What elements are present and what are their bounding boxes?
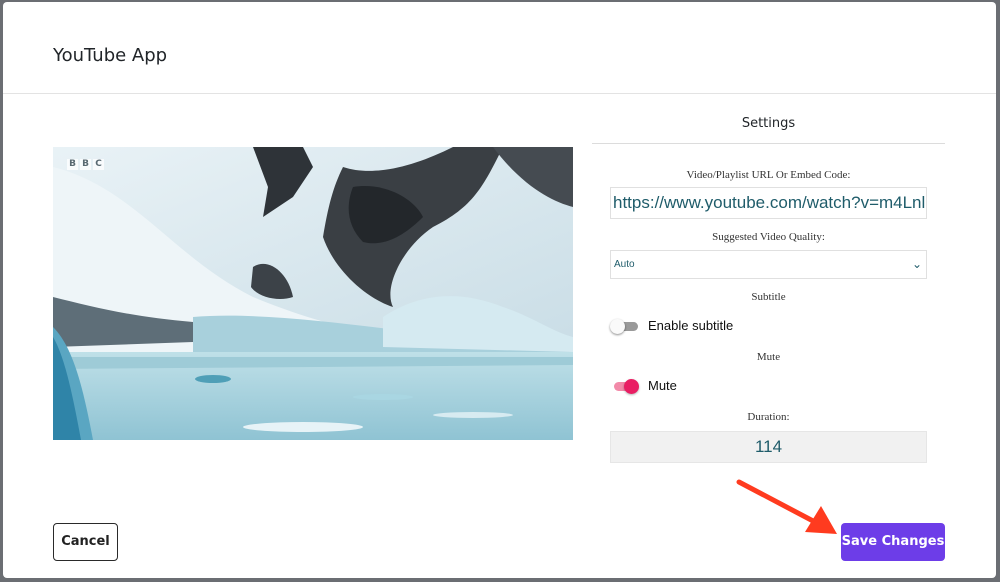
annotation-arrow-icon — [736, 479, 837, 534]
subtitle-section-label: Subtitle — [751, 291, 786, 303]
quality-select[interactable]: Auto ⌄ — [610, 250, 927, 279]
subtitle-toggle-label: Enable subtitle — [648, 318, 734, 333]
subtitle-toggle[interactable] — [610, 318, 638, 334]
modal-header: YouTube App — [3, 2, 996, 94]
video-preview[interactable]: B B C — [53, 147, 573, 440]
settings-header: Settings — [592, 104, 945, 144]
subtitle-toggle-row: Enable subtitle — [610, 318, 734, 334]
bbc-watermark: B B C — [67, 159, 104, 170]
save-changes-button[interactable]: Save Changes — [841, 523, 945, 561]
chevron-down-icon: ⌄ — [911, 257, 922, 271]
quality-select-value: Auto — [614, 259, 635, 270]
duration-label: Duration: — [747, 411, 790, 423]
mute-section-label: Mute — [756, 351, 781, 363]
watermark-letter: B — [67, 159, 78, 170]
watermark-letter: C — [93, 159, 104, 170]
watermark-letter: B — [80, 159, 91, 170]
settings-panel: Settings Video/Playlist URL Or Embed Cod… — [592, 104, 945, 463]
mute-toggle-row: Mute — [610, 378, 677, 394]
mute-toggle-label: Mute — [648, 378, 677, 393]
mute-toggle[interactable] — [610, 378, 639, 394]
cancel-button[interactable]: Cancel — [53, 523, 118, 561]
quality-label: Suggested Video Quality: — [712, 231, 825, 243]
url-input[interactable]: https://www.youtube.com/watch?v=m4Lnl — [610, 187, 927, 219]
video-thumbnail-image — [53, 147, 573, 440]
url-label: Video/Playlist URL Or Embed Code: — [686, 169, 851, 181]
modal-title: YouTube App — [53, 45, 168, 66]
duration-input[interactable]: 114 — [610, 431, 927, 463]
youtube-app-modal: YouTube App B B C Settings Video/Playlis… — [3, 2, 996, 578]
